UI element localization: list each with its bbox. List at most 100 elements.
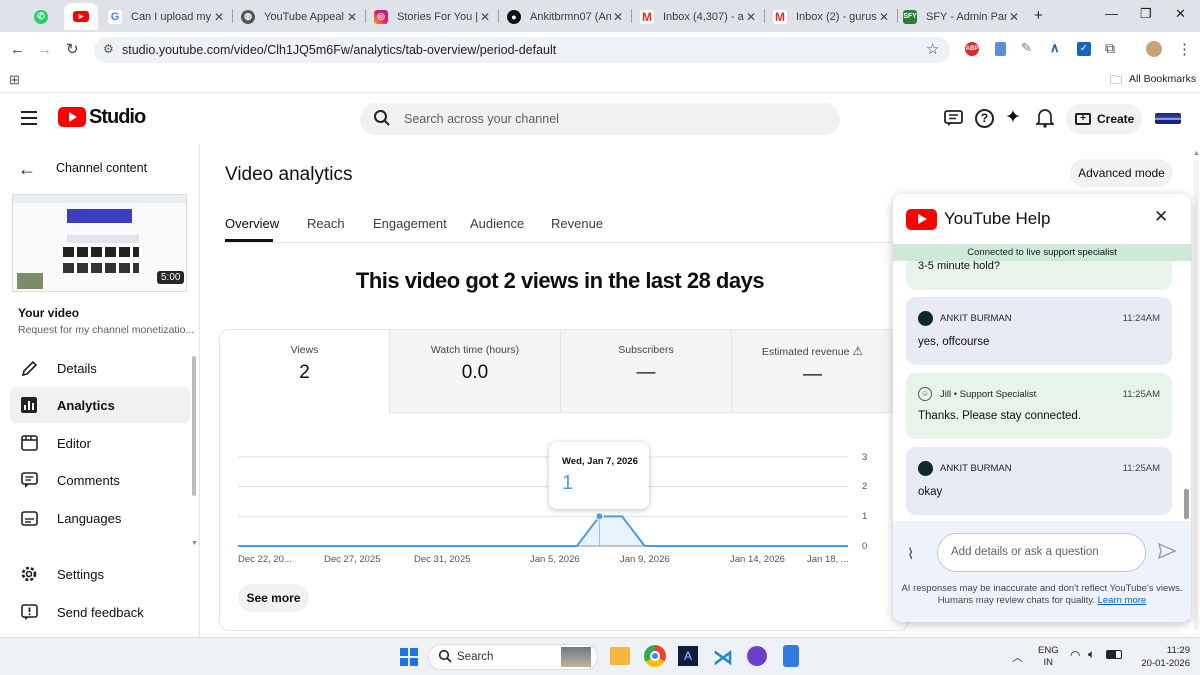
- tab-item[interactable]: M Inbox (4,307) - ank ✕: [640, 3, 758, 30]
- whatsapp-icon: ✆: [34, 9, 48, 24]
- taskbar-search-label: Search: [457, 651, 494, 663]
- bell-icon[interactable]: [1036, 108, 1054, 128]
- close-window-button[interactable]: ✕: [1175, 6, 1186, 22]
- windows-start-icon[interactable]: [400, 648, 418, 666]
- tab-overview[interactable]: Overview: [225, 216, 279, 231]
- advanced-mode-button[interactable]: Advanced mode: [1070, 159, 1173, 187]
- tab-audience[interactable]: Audience: [470, 216, 524, 231]
- language-indicator[interactable]: ENG IN: [1038, 645, 1059, 669]
- help-icon[interactable]: ?: [975, 109, 994, 128]
- tab-item[interactable]: M Inbox (2) - gurusw ✕: [773, 3, 891, 30]
- tab-youtube-studio[interactable]: ▶: [64, 3, 98, 30]
- chat-scrollbar[interactable]: [1184, 489, 1189, 519]
- close-icon[interactable]: ✕: [611, 10, 625, 24]
- sidebar-item-comments[interactable]: Comments: [10, 462, 190, 498]
- youtube-icon: ▶: [73, 11, 89, 22]
- minimize-button[interactable]: —: [1105, 6, 1118, 21]
- stat-watch-time[interactable]: Watch time (hours) 0.0: [390, 330, 561, 413]
- close-icon[interactable]: ✕: [212, 10, 226, 24]
- tab-revenue[interactable]: Revenue: [551, 216, 603, 231]
- stat-label: Estimated revenue: [761, 346, 850, 358]
- extension-icon[interactable]: ✎: [1021, 40, 1032, 56]
- github-desktop-icon[interactable]: [747, 646, 767, 666]
- sparkle-icon[interactable]: ✦: [1005, 106, 1021, 129]
- adblock-extension-icon[interactable]: ABP: [965, 42, 979, 56]
- video-thumbnail[interactable]: 5:00: [12, 194, 187, 292]
- see-more-button[interactable]: See more: [238, 584, 309, 612]
- restore-button[interactable]: ❐: [1140, 6, 1152, 22]
- close-icon[interactable]: ✕: [744, 10, 758, 24]
- chat-input[interactable]: Add details or ask a question: [937, 533, 1146, 572]
- notepad-icon[interactable]: [783, 645, 799, 667]
- sidebar-scrollbar[interactable]: [192, 356, 196, 496]
- warning-icon[interactable]: ⚠: [852, 344, 863, 358]
- site-settings-icon[interactable]: ⚙: [103, 42, 114, 56]
- send-icon[interactable]: [1158, 543, 1176, 559]
- stat-subscribers[interactable]: Subscribers —: [561, 330, 732, 413]
- sidebar-item-languages[interactable]: Languages: [10, 500, 190, 536]
- tab-reach[interactable]: Reach: [307, 216, 345, 231]
- vscode-icon[interactable]: ⋊: [713, 645, 733, 670]
- tab-item[interactable]: ◎ Stories For You | T ✕: [374, 3, 492, 30]
- taskbar-search[interactable]: Search: [428, 644, 598, 670]
- apps-grid-icon[interactable]: ⊞: [9, 72, 20, 88]
- back-arrow-icon[interactable]: ←: [10, 41, 25, 58]
- battery-icon[interactable]: [1106, 650, 1122, 659]
- learn-more-link[interactable]: Learn more: [1098, 595, 1147, 606]
- sidebar-item-settings[interactable]: Settings: [10, 556, 190, 592]
- wifi-icon[interactable]: ◠: [1070, 648, 1080, 662]
- tab-item[interactable]: ● Ankitbrmn07 (Ank ✕: [507, 3, 625, 30]
- scroll-down-arrow-icon[interactable]: ▼: [191, 540, 198, 547]
- reload-icon[interactable]: ↻: [66, 40, 79, 58]
- scroll-up-arrow-icon[interactable]: ▲: [1193, 150, 1200, 157]
- close-icon[interactable]: ✕: [1007, 10, 1021, 24]
- sidebar-item-label: Send feedback: [57, 604, 144, 620]
- tab-item[interactable]: SFY SFY - Admin Panel ✕: [903, 3, 1021, 30]
- create-button[interactable]: + Create: [1066, 104, 1142, 134]
- stat-estimated-revenue[interactable]: Estimated revenue ⚠ —: [732, 330, 893, 413]
- youtube-help-panel: YouTube Help ✕ Connected to live support…: [893, 194, 1191, 622]
- extensions-puzzle-icon[interactable]: ⧉: [1105, 40, 1115, 57]
- tab-item[interactable]: G Can I upload my v ✕: [108, 3, 226, 30]
- close-icon[interactable]: ✕: [1154, 207, 1168, 227]
- hamburger-menu-icon[interactable]: [21, 111, 37, 125]
- close-icon[interactable]: ✕: [345, 10, 359, 24]
- chrome-icon[interactable]: [644, 645, 666, 667]
- all-bookmarks-label[interactable]: All Bookmarks: [1129, 73, 1196, 85]
- chat-message: ☺ Jill • Support Specialist 11:25AM Than…: [906, 373, 1172, 439]
- stat-views[interactable]: Views 2: [220, 330, 390, 413]
- tab-whatsapp[interactable]: ✆: [34, 3, 56, 30]
- close-icon[interactable]: ✕: [478, 10, 492, 24]
- browser-menu-icon[interactable]: ⋮: [1177, 40, 1192, 58]
- channel-content-link[interactable]: Channel content: [56, 161, 147, 175]
- volume-icon[interactable]: 🔈︎: [1088, 647, 1095, 662]
- feedback-message-icon[interactable]: [944, 110, 963, 127]
- bookmark-star-icon[interactable]: ☆: [926, 40, 939, 58]
- forward-arrow-icon[interactable]: →: [37, 41, 52, 58]
- sidebar-item-editor[interactable]: Editor: [10, 425, 190, 461]
- extension-icon[interactable]: ∧: [1050, 40, 1060, 56]
- channel-search-input[interactable]: Search across your channel: [360, 103, 840, 135]
- page-scrollbar[interactable]: [1194, 160, 1199, 630]
- clock[interactable]: 11:29 20-01-2026: [1134, 644, 1190, 670]
- youtube-logo-icon[interactable]: [58, 107, 86, 127]
- extension-icon[interactable]: ✓: [1077, 42, 1091, 56]
- app-icon[interactable]: A: [678, 646, 698, 666]
- url-text[interactable]: studio.youtube.com/video/Clh1JQ5m6Fw/ana…: [122, 43, 556, 57]
- profile-avatar[interactable]: [1146, 41, 1162, 57]
- sidebar-item-details[interactable]: Details: [10, 350, 190, 386]
- stat-value: 0.0: [461, 362, 489, 383]
- chevron-up-icon[interactable]: ︿: [1012, 649, 1023, 665]
- studio-logo-text[interactable]: Studio: [89, 106, 146, 129]
- new-tab-button[interactable]: +: [1034, 7, 1043, 24]
- attachment-icon[interactable]: ⌇: [907, 545, 914, 563]
- close-icon[interactable]: ✕: [877, 10, 891, 24]
- extension-icon[interactable]: [995, 42, 1006, 56]
- sidebar-item-feedback[interactable]: Send feedback: [10, 594, 190, 630]
- sidebar-item-analytics[interactable]: Analytics: [10, 387, 190, 423]
- tab-item[interactable]: ◍ YouTube Appeal D ✕: [241, 3, 359, 30]
- channel-avatar[interactable]: [1155, 113, 1181, 124]
- tab-engagement[interactable]: Engagement: [373, 216, 447, 231]
- file-explorer-icon[interactable]: [610, 647, 630, 665]
- back-arrow-icon[interactable]: ←: [18, 159, 36, 180]
